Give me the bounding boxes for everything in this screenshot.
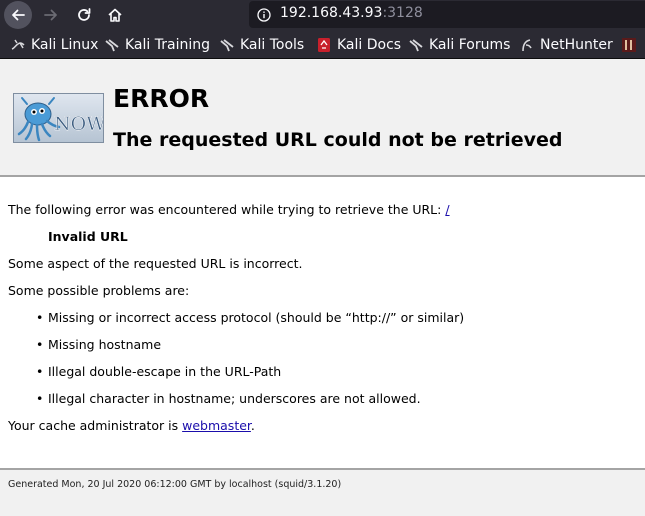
back-button[interactable] [4,1,32,29]
error-page: NOW ERROR The requested URL could not be… [0,59,645,516]
home-button[interactable] [101,1,129,29]
problems-intro: Some possible problems are: [8,283,190,298]
bookmark-label: NetHunter [540,36,613,53]
list-item: Illegal character in hostname; underscor… [36,391,421,406]
reload-button[interactable] [70,1,98,29]
requested-url-link[interactable]: / [445,202,449,217]
arrow-left-icon [12,9,25,21]
bookmarks-toolbar: Kali Linux Kali Training Kali Tools Kali… [0,30,645,59]
bookmark-label: Kali Tools [240,36,305,53]
page-title: ERROR [113,84,210,113]
kali-dragon-icon [105,38,119,51]
admin-prefix: Your cache administrator is [8,418,183,433]
admin-line: Your cache administrator is webmaster. [8,418,255,433]
bookmark-kali-docs[interactable]: Kali Docs [316,30,402,58]
bookmark-nethunter[interactable]: NetHunter [519,30,613,58]
list-item: Missing hostname [36,337,161,352]
intro-line: The following error was encountered whil… [8,202,450,217]
generated-footer-text: Generated Mon, 20 Jul 2020 06:12:00 GMT … [8,479,342,490]
url-text[interactable]: 192.168.43.93:3128 [280,5,423,21]
list-item: Illegal double-escape in the URL-Path [36,364,281,379]
error-name: Invalid URL [48,229,128,244]
error-subtitle: The requested URL could not be retrieved [113,129,563,151]
url-host: 192.168.43.93 [280,5,383,21]
webmaster-link[interactable]: webmaster [182,418,251,433]
url-bar[interactable]: 192.168.43.93:3128 [249,1,645,28]
kali-dragon-icon [11,39,25,50]
bookmark-label: Kali Docs [337,36,402,53]
kali-dragon-icon [220,38,234,51]
bookmark-kali-tools[interactable]: Kali Tools [219,30,305,58]
intro-text: The following error was encountered whil… [8,202,446,217]
bookmark-label: Kali Training [125,36,210,53]
squid-logo: NOW [13,93,104,143]
footer: Generated Mon, 20 Jul 2020 06:12:00 GMT … [0,470,645,516]
bookmark-kali-linux[interactable]: Kali Linux [10,30,99,58]
url-port: :3128 [382,5,423,21]
logo-text: NOW [54,113,104,135]
nethunter-icon [522,38,532,51]
browser-toolbar: 192.168.43.93:3128 [0,0,645,30]
bookmark-kali-forums[interactable]: Kali Forums [408,30,511,58]
admin-suffix: . [250,418,255,433]
error-header: NOW ERROR The requested URL could not be… [0,59,645,177]
kali-dragon-icon [409,38,423,51]
forward-button[interactable] [37,1,65,29]
arrow-right-icon [44,9,57,21]
bookmark-label: Kali Forums [429,36,511,53]
bookmark-favicon-icon [622,37,636,52]
home-icon [108,8,122,22]
bookmark-overflow[interactable] [621,30,642,58]
exploit-db-icon [318,37,330,52]
list-item: Missing or incorrect access protocol (sh… [36,310,464,325]
error-description: Some aspect of the requested URL is inco… [8,256,303,271]
bookmark-kali-training[interactable]: Kali Training [104,30,210,58]
bookmark-label: Kali Linux [31,36,99,53]
info-icon[interactable] [257,7,271,26]
reload-icon [78,8,91,21]
